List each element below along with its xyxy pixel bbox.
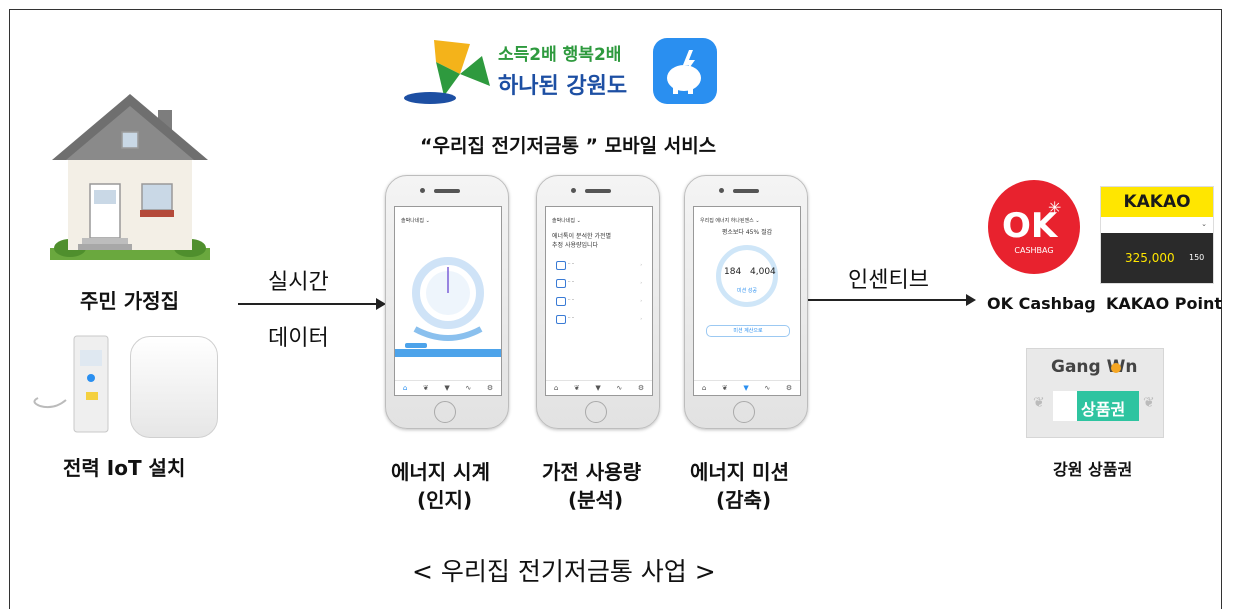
kakao-logo: KAKAO: [1101, 187, 1213, 217]
flow-incentive-label: 인센티브: [848, 268, 929, 293]
mission-success-button[interactable]: 미션 성공: [737, 287, 757, 294]
bulb-tab-icon[interactable]: ▼: [595, 384, 600, 392]
camera: [420, 188, 425, 193]
iot-label: 전력 IoT 설치: [63, 456, 186, 480]
home-button: [434, 401, 456, 423]
house-illustration: [40, 80, 220, 270]
home-button: [733, 401, 755, 423]
flow-arrow-right: [808, 294, 976, 306]
bottom-nav: ⌂ ❦ ▼ ∿ ⚙: [694, 380, 800, 395]
bulb-tab-icon[interactable]: ▼: [444, 384, 449, 392]
gangwon-voucher-label: 강원 상품권: [1053, 460, 1133, 479]
ok-cashbag-logo: OK ✳ CASHBAG: [988, 180, 1080, 274]
speaker: [585, 189, 611, 193]
settings-tab-icon[interactable]: ⚙: [638, 384, 644, 392]
piggy-bank-icon: [667, 50, 701, 94]
meter-icon: [33, 335, 109, 433]
settings-tab-icon[interactable]: ⚙: [786, 384, 792, 392]
logo-line1: 소득2배 행복2배: [498, 45, 622, 65]
bottom-nav: ⌂ ❦ ▼ ∿ ⚙: [546, 380, 652, 395]
kakao-small-value: 150: [1189, 253, 1205, 262]
service-title: “우리집 전기저금통 ” 모바일 서비스: [420, 135, 717, 157]
ok-cashbag-label: OK Cashbag: [987, 294, 1096, 313]
kakao-card: KAKAO ⌄ 325,000 150: [1100, 186, 1214, 284]
speaker: [434, 189, 460, 193]
sun-icon: [1111, 363, 1121, 373]
phone-appliance-usage: 솔박나네집 ⌄ 에너톡이 분석한 가전별 추정 사용량입니다 ·· ·· › ··…: [536, 175, 660, 429]
phone3-sub: (감축): [716, 488, 772, 512]
flow-realtime-label: 실시간: [268, 270, 329, 295]
voucher-text: 상품권: [1081, 400, 1126, 419]
speaker: [733, 189, 759, 193]
appliance-icon: [556, 261, 566, 270]
phone3-title: 에너지 미션: [690, 460, 789, 484]
chart-tab-icon[interactable]: ∿: [616, 384, 622, 392]
appliance-icon: [556, 297, 566, 306]
diagram-caption: < 우리집 전기저금통 사업 >: [412, 557, 716, 586]
appliance-icon: [556, 279, 566, 288]
leaf-tab-icon[interactable]: ❦: [574, 384, 580, 392]
chevron-down-icon: ⌄: [1201, 220, 1207, 228]
ok-logo-sub: CASHBAG: [1014, 246, 1054, 255]
voucher-ticket: 상품권: [1053, 391, 1139, 421]
settings-tab-icon[interactable]: ⚙: [487, 384, 493, 392]
appliance-row: ·· ·· ›: [552, 277, 646, 291]
iot-hub: [130, 336, 218, 438]
flow-data-label: 데이터: [268, 326, 329, 351]
camera: [571, 188, 576, 193]
phone-screen: 솔박나네집 ⌄ ⌂ ❦ ▼ ∿ ⚙: [394, 206, 502, 396]
leaf-tab-icon[interactable]: ❦: [423, 384, 429, 392]
wing-right-icon: ❦: [1143, 395, 1155, 411]
gangwon-voucher-title: Gang Wn: [1051, 357, 1138, 377]
sparkle-icon: ✳: [1048, 198, 1062, 217]
bottom-nav: ⌂ ❦ ▼ ∿ ⚙: [395, 380, 501, 395]
kakao-dropdown: ⌄: [1101, 217, 1213, 233]
app-icon: [653, 38, 717, 104]
home-tab-icon[interactable]: ⌂: [403, 384, 407, 392]
phone-screen: 솔박나네집 ⌄ 에너톡이 분석한 가전별 추정 사용량입니다 ·· ·· › ··…: [545, 206, 653, 396]
screen-header: 솔박나네집 ⌄: [552, 218, 581, 224]
phone-energy-mission: 우리집 에너지 하나된젠스 ⌄ 평소보다 45% 절감 184 4,004 미션…: [684, 175, 808, 429]
screen-header: 우리집 에너지 하나된젠스 ⌄: [700, 218, 760, 224]
screen-header: 솔박나네집 ⌄: [401, 218, 430, 224]
gangwon-logo: 소득2배 행복2배 하나된 강원도: [400, 34, 640, 108]
mission-value-1: 184: [724, 267, 742, 277]
chart-tab-icon[interactable]: ∿: [465, 384, 471, 392]
leaf-tab-icon[interactable]: ❦: [722, 384, 728, 392]
kakao-point-label: KAKAO Point: [1106, 294, 1222, 313]
gangwon-emblem-icon: [404, 40, 490, 104]
bulb-tab-icon[interactable]: ▼: [743, 384, 748, 392]
logo-line2: 하나된 강원도: [498, 74, 628, 99]
phone1-sub: (인지): [417, 488, 473, 512]
phone-screen: 우리집 에너지 하나된젠스 ⌄ 평소보다 45% 절감 184 4,004 미션…: [693, 206, 801, 396]
home-button: [585, 401, 607, 423]
camera: [719, 188, 724, 193]
wing-left-icon: ❦: [1033, 395, 1045, 411]
phone1-title: 에너지 시계: [391, 460, 490, 484]
mission-value-2: 4,004: [750, 267, 776, 277]
home-tab-icon[interactable]: ⌂: [702, 384, 706, 392]
mission-footer-button[interactable]: 미션 계산으로: [706, 325, 790, 337]
mission-headline: 평소보다 45% 절감: [721, 229, 773, 236]
gangwon-voucher: Gang Wn ❦ 상품권 ❦: [1026, 348, 1164, 438]
phone2-title: 가전 사용량: [542, 460, 641, 484]
house-icon: [50, 94, 210, 260]
appliance-row: ·· ·· ›: [552, 259, 646, 273]
voucher-stub: [1053, 391, 1077, 421]
chart-tab-icon[interactable]: ∿: [764, 384, 770, 392]
home-label: 주민 가정집: [80, 289, 179, 313]
analysis-msg-1: 에너톡이 분석한 가전별: [552, 233, 612, 240]
phone2-sub: (분석): [568, 488, 624, 512]
appliance-icon: [556, 315, 566, 324]
iot-devices: [30, 330, 220, 440]
phone-energy-clock: 솔박나네집 ⌄ ⌂ ❦ ▼ ∿ ⚙: [385, 175, 509, 429]
analysis-msg-2: 추정 사용량입니다: [552, 242, 599, 249]
appliance-row: ·· ·· ›: [552, 313, 646, 327]
energy-clock-dial: [395, 257, 501, 357]
home-tab-icon[interactable]: ⌂: [554, 384, 558, 392]
kakao-amount: 325,000: [1125, 251, 1175, 265]
flow-arrow-left: [238, 298, 386, 310]
appliance-row: ·· ·· ›: [552, 295, 646, 309]
